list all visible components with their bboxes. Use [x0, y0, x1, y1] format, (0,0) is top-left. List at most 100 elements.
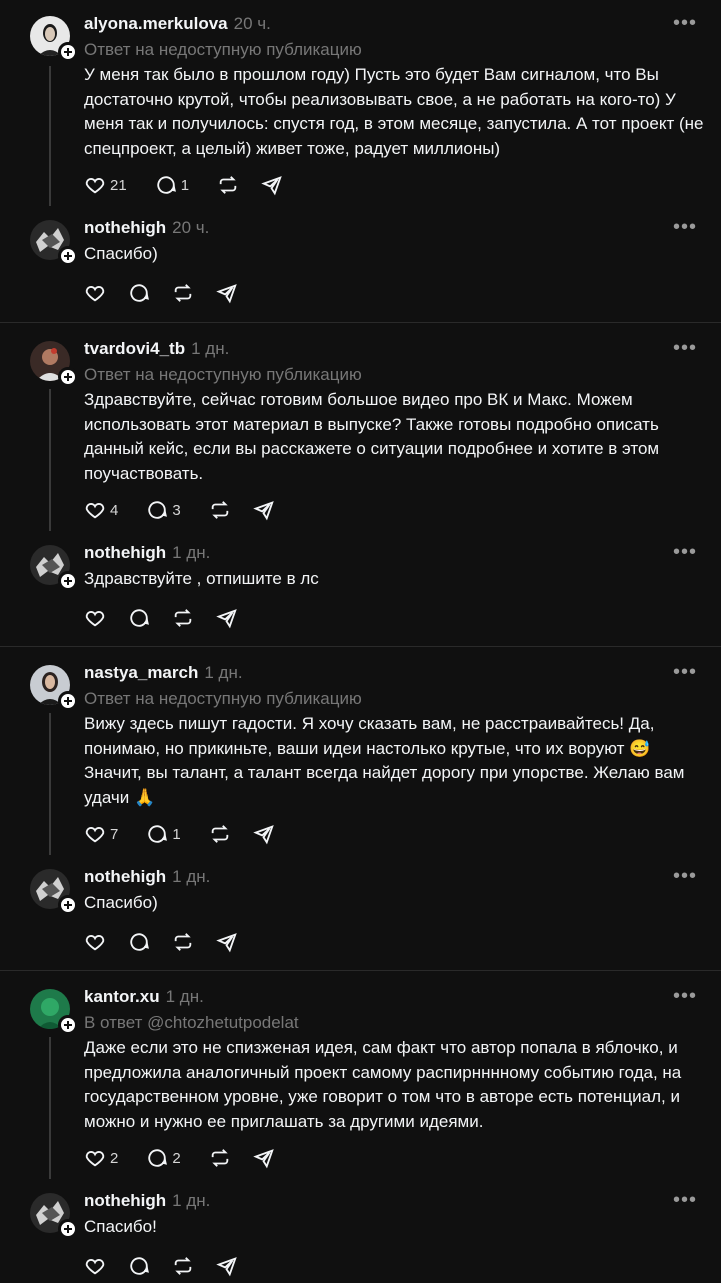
reply-count: 3 [172, 501, 181, 519]
comment-icon [130, 933, 149, 951]
like-button[interactable] [84, 1255, 106, 1277]
repost-button[interactable] [172, 931, 194, 953]
repost-button[interactable] [209, 823, 231, 845]
comment-icon [156, 176, 176, 194]
more-icon[interactable]: ••• [673, 216, 697, 239]
repost-button[interactable] [172, 282, 194, 304]
share-icon [261, 176, 282, 196]
follow-plus-icon[interactable] [58, 571, 78, 591]
reply-button[interactable] [128, 282, 150, 304]
reply-count: 2 [172, 1149, 181, 1167]
repost-icon [174, 609, 192, 627]
username[interactable]: nothehigh 1 дн. [84, 1191, 210, 1211]
action-bar [84, 281, 260, 305]
avatar[interactable] [30, 220, 78, 266]
like-button[interactable] [84, 931, 106, 953]
thread-3: nastya_march 1 дн. ••• Ответ на недоступн… [0, 647, 721, 971]
heart-icon [85, 1151, 105, 1167]
username[interactable]: tvardovi4_tb 1 дн. [84, 339, 229, 359]
follow-plus-icon[interactable] [58, 1219, 78, 1239]
action-bar [84, 1254, 260, 1278]
avatar[interactable] [30, 1193, 78, 1239]
username[interactable]: kantor.xu 1 дн. [84, 987, 204, 1007]
reply-context: Ответ на недоступную публикацию [84, 365, 362, 384]
more-icon[interactable]: ••• [673, 1189, 697, 1212]
avatar[interactable] [30, 341, 78, 387]
follow-plus-icon[interactable] [58, 367, 78, 387]
reply-button[interactable] [128, 1255, 150, 1277]
more-icon[interactable]: ••• [673, 12, 697, 35]
share-icon [252, 501, 274, 521]
avatar[interactable] [30, 989, 78, 1035]
like-button[interactable]: 2 [84, 1147, 124, 1169]
reply-button[interactable] [128, 607, 150, 629]
comment-text: У меня так было в прошлом году) Пусть эт… [84, 65, 704, 158]
repost-button[interactable] [209, 499, 231, 521]
share-icon [216, 933, 237, 953]
more-icon[interactable]: ••• [673, 985, 697, 1008]
thread-line [49, 1037, 51, 1179]
repost-button[interactable] [172, 607, 194, 629]
avatar[interactable] [30, 665, 78, 711]
action-bar: 21 1 [84, 173, 305, 197]
reply-button[interactable] [128, 931, 150, 953]
like-button[interactable] [84, 282, 106, 304]
follow-plus-icon[interactable] [58, 691, 78, 711]
username[interactable]: nastya_march 1 дн. [84, 663, 243, 683]
repost-icon [174, 1257, 192, 1275]
username[interactable]: nothehigh 1 дн. [84, 543, 210, 563]
follow-plus-icon[interactable] [58, 1015, 78, 1035]
share-button[interactable] [252, 499, 275, 521]
username[interactable]: alyona.merkulova 20 ч. [84, 14, 271, 34]
like-button[interactable] [84, 607, 106, 629]
reply-button[interactable]: 2 [146, 1147, 186, 1169]
repost-icon [211, 1149, 228, 1167]
more-icon[interactable]: ••• [673, 337, 697, 360]
timestamp: 20 ч. [233, 14, 271, 33]
share-button[interactable] [216, 607, 238, 629]
share-button[interactable] [252, 1147, 275, 1169]
username[interactable]: nothehigh 20 ч. [84, 218, 209, 238]
reply-text: Спасибо) [84, 893, 158, 912]
reply-button[interactable]: 3 [146, 499, 186, 521]
timestamp: 1 дн. [204, 663, 243, 682]
share-button[interactable] [216, 931, 238, 953]
avatar[interactable] [30, 545, 78, 591]
share-button[interactable] [252, 823, 275, 845]
repost-button[interactable] [172, 1255, 194, 1277]
more-icon[interactable]: ••• [673, 661, 697, 684]
repost-button[interactable] [217, 174, 239, 196]
like-count: 4 [110, 501, 119, 519]
share-icon [252, 825, 274, 845]
share-button[interactable] [261, 174, 283, 196]
more-icon[interactable]: ••• [673, 865, 697, 888]
reply-button[interactable]: 1 [146, 823, 186, 845]
action-bar: 2 2 [84, 1146, 297, 1170]
share-button[interactable] [216, 1255, 238, 1277]
follow-plus-icon[interactable] [58, 246, 78, 266]
like-button[interactable]: 21 [84, 174, 133, 196]
follow-plus-icon[interactable] [58, 42, 78, 62]
action-bar: 4 3 [84, 498, 297, 522]
reply-button[interactable]: 1 [155, 174, 195, 196]
like-button[interactable]: 7 [84, 823, 124, 845]
username[interactable]: nothehigh 1 дн. [84, 867, 210, 887]
comment-icon [148, 501, 168, 519]
repost-button[interactable] [209, 1147, 231, 1169]
thread-line [49, 389, 51, 531]
follow-plus-icon[interactable] [58, 895, 78, 915]
reply-context: Ответ на недоступную публикацию [84, 689, 362, 708]
more-icon[interactable]: ••• [673, 541, 697, 564]
repost-icon [211, 501, 228, 519]
repost-icon [174, 933, 192, 951]
like-button[interactable]: 4 [84, 499, 124, 521]
thread-line [49, 66, 51, 206]
share-icon [216, 1257, 237, 1277]
share-button[interactable] [216, 282, 238, 304]
comment-text: Даже если это не спизженая идея, сам фак… [84, 1038, 682, 1131]
reply-text: Здравствуйте , отпишите в лс [84, 569, 319, 588]
timestamp: 1 дн. [172, 543, 211, 562]
avatar[interactable] [30, 16, 78, 62]
action-bar: 7 1 [84, 822, 297, 846]
avatar[interactable] [30, 869, 78, 915]
